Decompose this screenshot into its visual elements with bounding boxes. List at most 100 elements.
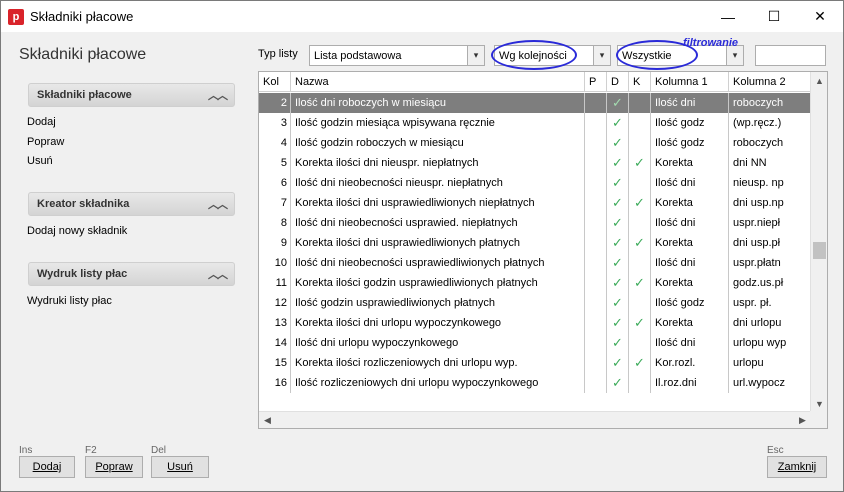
panel-header-kreator[interactable]: Kreator składnika ︿︿ <box>28 192 235 216</box>
table-row[interactable]: 15 Korekta ilości rozliczeniowych dni url… <box>259 353 811 373</box>
popraw-label: Popraw <box>95 461 133 473</box>
cell-kolumna1: Il.roz.dni <box>651 373 729 393</box>
col-header-d[interactable]: D <box>607 72 629 92</box>
col-header-nazwa[interactable]: Nazwa <box>291 72 585 92</box>
cell-p <box>585 113 607 133</box>
page-title: Składniki płacowe <box>19 46 147 63</box>
cell-k <box>629 93 651 113</box>
usun-button[interactable]: Usuń <box>151 456 209 478</box>
cell-kol: 8 <box>259 213 291 233</box>
table-row[interactable]: 16 Ilość rozliczeniowych dni urlopu wypoc… <box>259 373 811 393</box>
table-row[interactable]: 4 Ilość godzin roboczych w miesiącu ✓ Ilość… <box>259 133 811 153</box>
table-row[interactable]: 12 Ilość godzin usprawiedliwionych płatny… <box>259 293 811 313</box>
table-row[interactable]: 11 Korekta ilości godzin usprawiedliwiony… <box>259 273 811 293</box>
cell-kolumna2: url.wypocz <box>729 373 811 393</box>
panel-header-skladniki[interactable]: Składniki płacowe ︿︿ <box>28 83 235 107</box>
panel-header-wydruk[interactable]: Wydruk listy płac ︿︿ <box>28 262 235 286</box>
close-window-button[interactable]: ✕ <box>797 1 843 32</box>
search-input[interactable] <box>755 45 826 66</box>
table-body: 2 Ilość dni roboczych w miesiącu ✓ Ilość dn… <box>259 93 811 393</box>
scroll-up-icon[interactable]: ▲ <box>811 72 827 89</box>
cell-kolumna1: Ilość dni <box>651 93 729 113</box>
cell-kolumna2: uspr. pł. <box>729 293 811 313</box>
collapse-chevron-icon[interactable]: ︿︿ <box>208 87 228 103</box>
minimize-button[interactable]: — <box>705 1 751 32</box>
cell-kolumna1: Korekta <box>651 313 729 333</box>
cell-kolumna1: Ilość godz <box>651 293 729 313</box>
cell-kol: 16 <box>259 373 291 393</box>
chevron-down-icon[interactable]: ▾ <box>467 46 484 65</box>
cell-nazwa: Korekta ilości rozliczeniowych dni urlop… <box>291 353 585 373</box>
cell-kol: 9 <box>259 233 291 253</box>
sidebar-link-usun[interactable]: Usuń <box>27 155 53 167</box>
table-row[interactable]: 14 Ilość dni urlopu wypoczynkowego ✓ Ilość … <box>259 333 811 353</box>
cell-nazwa: Ilość godzin miesiąca wpisywana ręcznie <box>291 113 585 133</box>
scroll-down-icon[interactable]: ▼ <box>811 395 827 412</box>
collapse-chevron-icon[interactable]: ︿︿ <box>208 196 228 212</box>
maximize-button[interactable]: ☐ <box>751 1 797 32</box>
cell-k <box>629 133 651 153</box>
popraw-button[interactable]: Popraw <box>85 456 143 478</box>
cell-p <box>585 193 607 213</box>
cell-nazwa: Ilość dni nieobecności usprawied. niepła… <box>291 213 585 233</box>
cell-kolumna1: Ilość dni <box>651 333 729 353</box>
cell-p <box>585 373 607 393</box>
chevron-down-icon[interactable]: ▾ <box>593 46 610 65</box>
cell-p <box>585 333 607 353</box>
table-row[interactable]: 9 Korekta ilości dni usprawiedliwionych p… <box>259 233 811 253</box>
components-table: Kol Nazwa P D K Kolumna 1 Kolumna 2 2 Ilo… <box>258 71 828 429</box>
typ-listy-value: Lista podstawowa <box>314 49 402 62</box>
scroll-thumb[interactable] <box>813 242 826 259</box>
cell-kolumna2: uspr.płatn <box>729 253 811 273</box>
cell-p <box>585 173 607 193</box>
table-row[interactable]: 5 Korekta ilości dni nieuspr. niepłatnych… <box>259 153 811 173</box>
cell-p <box>585 93 607 113</box>
cell-d: ✓ <box>607 333 629 353</box>
col-header-kolumna1[interactable]: Kolumna 1 <box>651 72 729 92</box>
scroll-corner <box>810 411 827 428</box>
cell-nazwa: Ilość dni roboczych w miesiącu <box>291 93 585 113</box>
table-row[interactable]: 13 Korekta ilości dni urlopu wypoczynkowe… <box>259 313 811 333</box>
vertical-scrollbar[interactable]: ▲ ▼ <box>810 72 827 412</box>
cell-k <box>629 333 651 353</box>
scroll-left-icon[interactable]: ◀ <box>259 412 276 428</box>
cell-k: ✓ <box>629 273 651 293</box>
main-window: p Składniki płacowe — ☐ ✕ Składniki płac… <box>0 0 844 492</box>
cell-kolumna1: Kor.rozl. <box>651 353 729 373</box>
col-header-p[interactable]: P <box>585 72 607 92</box>
sidebar-link-popraw[interactable]: Popraw <box>27 136 64 148</box>
sidebar-link-wydruki[interactable]: Wydruki listy płac <box>27 295 112 307</box>
cell-d: ✓ <box>607 273 629 293</box>
cell-p <box>585 313 607 333</box>
filter-annotation: filtrowanie <box>683 37 739 49</box>
cell-kolumna1: Ilość godz <box>651 113 729 133</box>
table-row[interactable]: 3 Ilość godzin miesiąca wpisywana ręcznie… <box>259 113 811 133</box>
cell-d: ✓ <box>607 153 629 173</box>
col-header-k[interactable]: K <box>629 72 651 92</box>
cell-kolumna1: Korekta <box>651 233 729 253</box>
dodaj-button[interactable]: Dodaj <box>19 456 75 478</box>
cell-kolumna2: roboczych <box>729 133 811 153</box>
horizontal-scrollbar[interactable]: ◀ ▶ <box>259 411 811 428</box>
cell-p <box>585 293 607 313</box>
zamknij-button[interactable]: Zamknij <box>767 456 827 478</box>
collapse-chevron-icon[interactable]: ︿︿ <box>208 266 228 282</box>
cell-k: ✓ <box>629 233 651 253</box>
panel-title: Składniki płacowe <box>37 89 132 101</box>
table-row[interactable]: 8 Ilość dni nieobecności usprawied. niepł… <box>259 213 811 233</box>
cell-d: ✓ <box>607 353 629 373</box>
cell-d: ✓ <box>607 373 629 393</box>
table-row[interactable]: 2 Ilość dni roboczych w miesiącu ✓ Ilość dn… <box>259 93 811 113</box>
col-header-kolumna2[interactable]: Kolumna 2 <box>729 72 811 92</box>
table-row[interactable]: 7 Korekta ilości dni usprawiedliwionych n… <box>259 193 811 213</box>
sidebar-link-dodaj-nowy-skladnik[interactable]: Dodaj nowy składnik <box>27 225 127 237</box>
panel-title: Wydruk listy płac <box>37 268 128 280</box>
table-row[interactable]: 6 Ilość dni nieobecności nieuspr. niepłat… <box>259 173 811 193</box>
typ-listy-select[interactable]: Lista podstawowa ▾ <box>309 45 485 66</box>
cell-kol: 6 <box>259 173 291 193</box>
table-row[interactable]: 10 Ilość dni nieobecności usprawiedliwion… <box>259 253 811 273</box>
col-header-kol[interactable]: Kol <box>259 72 291 92</box>
sidebar-link-dodaj[interactable]: Dodaj <box>27 116 56 128</box>
scroll-right-icon[interactable]: ▶ <box>794 412 811 428</box>
cell-k <box>629 113 651 133</box>
